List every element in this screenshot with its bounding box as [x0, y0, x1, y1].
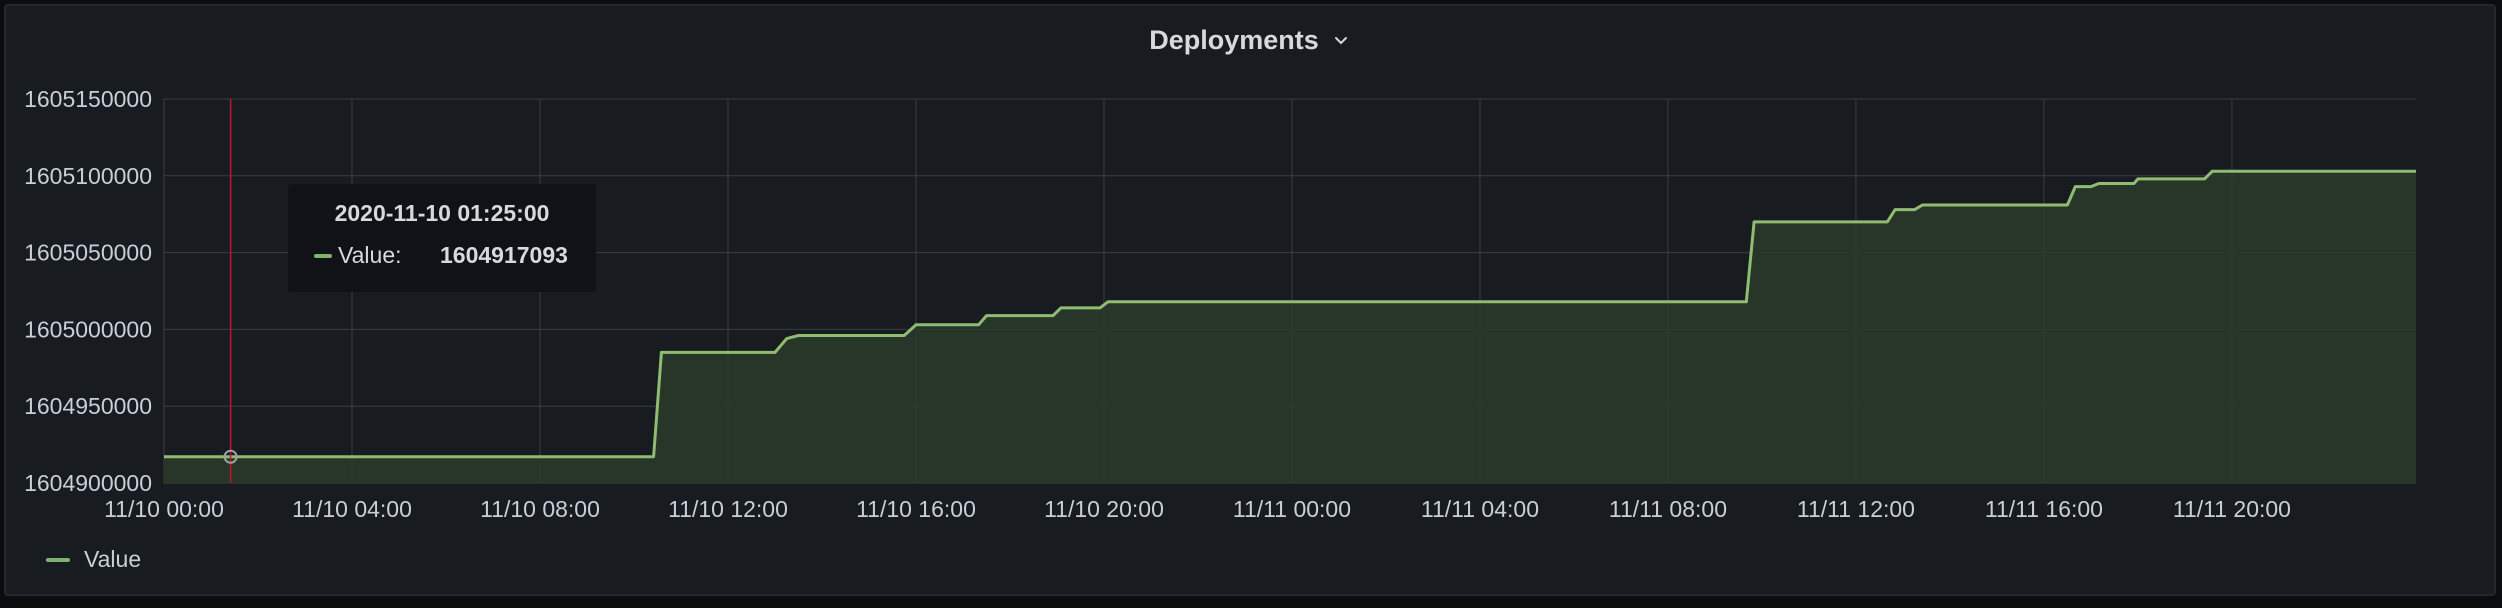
x-tick-label: 11/10 04:00 — [292, 496, 412, 522]
x-tick-label: 11/10 08:00 — [480, 496, 600, 522]
x-tick-label: 11/11 16:00 — [1985, 496, 2103, 522]
y-tick-label: 1605050000 — [24, 240, 152, 266]
panel-header: Deployments — [6, 20, 2494, 60]
graph-panel: 1604900000 1604950000 1605000000 1605050000… — [4, 4, 2496, 596]
tooltip-series-row: Value: — [314, 242, 402, 269]
y-tick-label: 1605150000 — [24, 86, 152, 112]
x-tick-label: 11/11 00:00 — [1233, 496, 1351, 522]
y-tick-label: 1605000000 — [24, 316, 152, 342]
x-tick-label: 11/10 16:00 — [856, 496, 976, 522]
x-tick-label: 11/11 20:00 — [2173, 496, 2291, 522]
x-tick-label: 11/11 12:00 — [1797, 496, 1915, 522]
y-tick-label: 1605100000 — [24, 163, 152, 189]
hover-tooltip: 2020-11-10 01:25:00 Value: 1604917093 — [288, 184, 596, 292]
legend-label: Value — [84, 546, 142, 572]
legend-swatch — [46, 557, 70, 562]
x-axis: 11/10 00:00 11/10 04:00 11/10 08:00 11/10 1… — [104, 496, 2291, 522]
x-tick-label: 11/11 04:00 — [1421, 496, 1539, 522]
legend-item-value[interactable]: Value — [46, 546, 141, 573]
panel-title: Deployments — [1149, 24, 1319, 55]
panel-title-menu[interactable]: Deployments — [1149, 25, 1351, 56]
chart[interactable]: 1604900000 1604950000 1605000000 1605050000… — [6, 6, 2498, 598]
tooltip-series-label: Value: — [338, 242, 402, 268]
chevron-down-icon — [1334, 37, 1347, 45]
x-tick-label: 11/10 12:00 — [668, 496, 788, 522]
x-tick-label: 11/11 08:00 — [1609, 496, 1727, 522]
y-tick-label: 1604950000 — [24, 393, 152, 419]
tooltip-value: 1604917093 — [440, 242, 568, 268]
x-tick-label: 11/10 20:00 — [1044, 496, 1164, 522]
tooltip-series-swatch — [314, 253, 332, 258]
y-tick-label: 1604900000 — [24, 470, 152, 496]
x-tick-label: 11/10 00:00 — [104, 496, 224, 522]
tooltip-time: 2020-11-10 01:25:00 — [334, 200, 550, 226]
crosshair — [223, 99, 238, 483]
y-axis: 1604900000 1604950000 1605000000 1605050000… — [24, 86, 152, 496]
